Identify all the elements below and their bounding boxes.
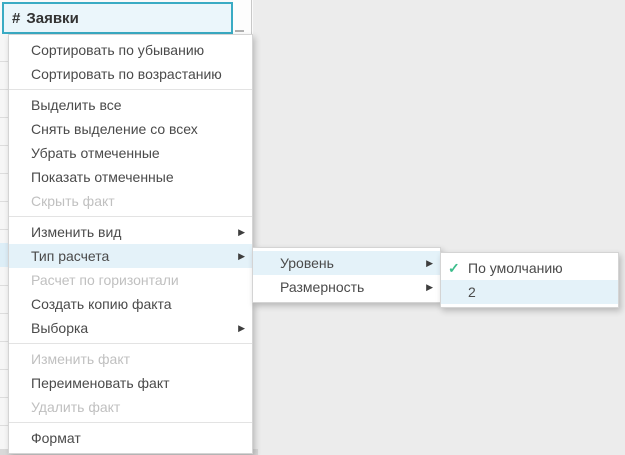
submenu-calc-type: Уровень ▶ Размерность ▶	[252, 247, 441, 303]
menu-item-select-all[interactable]: Выделить все	[9, 93, 252, 117]
menu-item-edit-fact: Изменить факт	[9, 347, 252, 371]
menu-item-show-checked[interactable]: Показать отмеченные	[9, 165, 252, 189]
menu-item-default[interactable]: ✓ По умолчанию	[441, 256, 618, 280]
menu-item-label: Удалить факт	[31, 399, 120, 415]
menu-item-horizontal-calc: Расчет по горизонтали	[9, 268, 252, 292]
menu-separator	[9, 216, 252, 217]
menu-item-label: Выборка	[31, 320, 88, 336]
menu-item-label: По умолчанию	[468, 260, 563, 276]
menu-item-label: Скрыть факт	[31, 193, 115, 209]
submenu-arrow-icon: ▶	[238, 316, 245, 340]
menu-item-label: Изменить факт	[31, 351, 130, 367]
menu-item-label: Показать отмеченные	[31, 169, 174, 185]
menu-item-label: Сортировать по возрастанию	[31, 66, 222, 82]
menu-item-deselect-all[interactable]: Снять выделение со всех	[9, 117, 252, 141]
submenu-arrow-icon: ▶	[238, 244, 245, 268]
submenu-arrow-icon: ▶	[426, 275, 433, 299]
menu-separator	[9, 422, 252, 423]
menu-item-sort-ascending[interactable]: Сортировать по возрастанию	[9, 62, 252, 86]
menu-item-label: Снять выделение со всех	[31, 121, 198, 137]
menu-item-selection[interactable]: Выборка ▶	[9, 316, 252, 340]
menu-item-change-view[interactable]: Изменить вид ▶	[9, 220, 252, 244]
menu-item-copy-fact[interactable]: Создать копию факта	[9, 292, 252, 316]
menu-item-delete-fact: Удалить факт	[9, 395, 252, 419]
menu-item-label: Тип расчета	[31, 248, 109, 264]
table-row-highlight	[0, 243, 8, 267]
menu-item-label: Формат	[31, 430, 81, 446]
submenu-arrow-icon: ▶	[426, 251, 433, 275]
menu-separator	[9, 89, 252, 90]
menu-item-label: Размерность	[280, 279, 364, 295]
menu-item-label: Убрать отмеченные	[31, 145, 160, 161]
menu-item-label: Изменить вид	[31, 224, 121, 240]
column-header-label: Заявки	[26, 10, 78, 27]
menu-item-remove-checked[interactable]: Убрать отмеченные	[9, 141, 252, 165]
menu-item-label: Сортировать по убыванию	[31, 42, 204, 58]
menu-item-format[interactable]: Формат	[9, 426, 252, 450]
column-header-zayavki[interactable]: # Заявки	[2, 2, 233, 34]
menu-item-dimension[interactable]: Размерность ▶	[253, 275, 440, 299]
submenu-arrow-icon: ▶	[238, 220, 245, 244]
table-next-column-edge	[233, 0, 252, 34]
menu-item-label: Уровень	[280, 255, 334, 271]
checkmark-icon: ✓	[448, 256, 460, 280]
menu-item-level-2[interactable]: 2	[441, 280, 618, 304]
menu-item-label: 2	[468, 284, 476, 300]
menu-item-label: Расчет по горизонтали	[31, 272, 179, 288]
menu-item-label: Создать копию факта	[31, 296, 172, 312]
menu-item-label: Выделить все	[31, 97, 122, 113]
scrollbar-dash	[235, 30, 244, 32]
table-left-edge	[0, 34, 8, 455]
menu-item-label: Переименовать факт	[31, 375, 170, 391]
hash-icon: #	[12, 10, 20, 27]
menu-item-sort-descending[interactable]: Сортировать по убыванию	[9, 38, 252, 62]
context-menu: Сортировать по убыванию Сортировать по во…	[8, 34, 253, 454]
menu-separator	[9, 343, 252, 344]
menu-item-rename-fact[interactable]: Переименовать факт	[9, 371, 252, 395]
menu-item-hide-fact: Скрыть факт	[9, 189, 252, 213]
menu-item-calc-type[interactable]: Тип расчета ▶	[9, 244, 252, 268]
menu-item-level[interactable]: Уровень ▶	[253, 251, 440, 275]
submenu-level: ✓ По умолчанию 2	[440, 252, 619, 308]
